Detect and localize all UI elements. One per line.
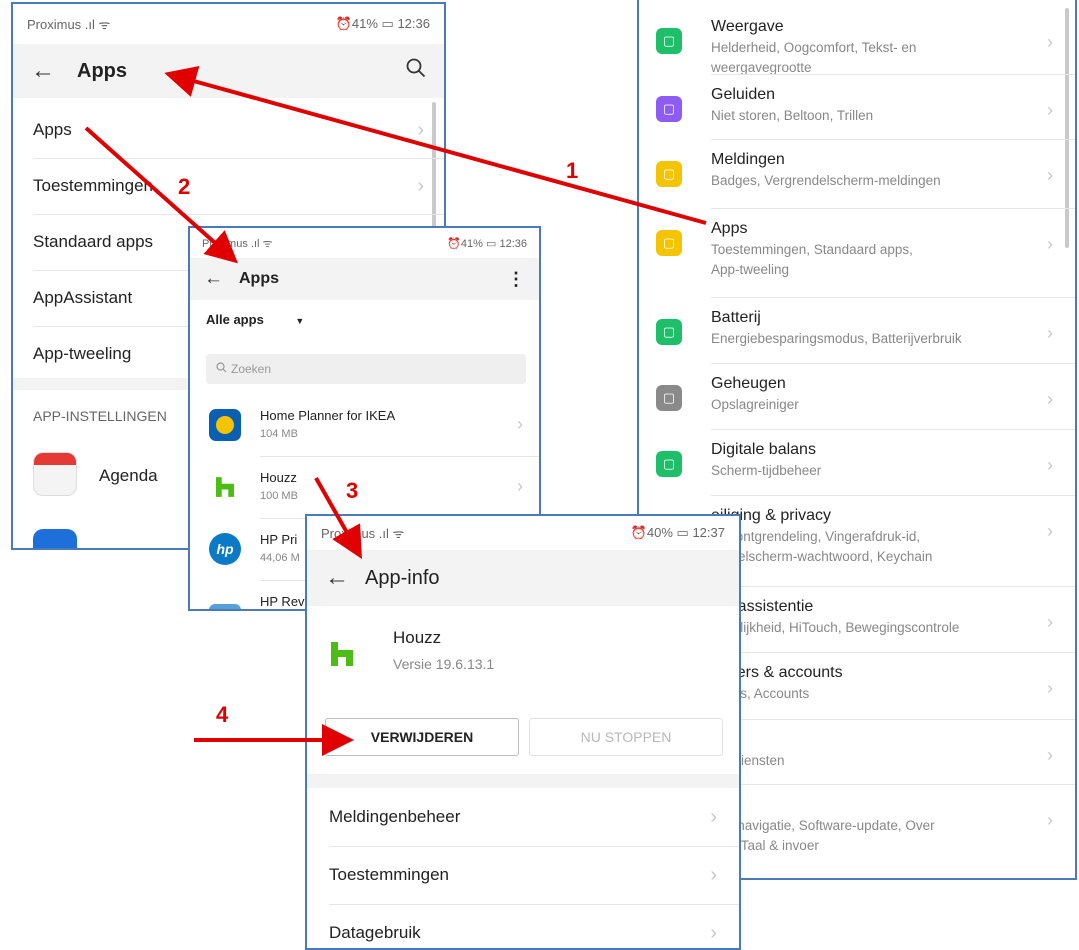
annotation-4: 4 (216, 702, 229, 727)
arrow-1 (164, 65, 707, 225)
annotation-3: 3 (346, 478, 359, 503)
annotation-1: 1 (566, 158, 579, 183)
arrow-2 (84, 126, 238, 264)
annotation-arrows (84, 65, 707, 756)
annotation-2: 2 (178, 174, 191, 199)
